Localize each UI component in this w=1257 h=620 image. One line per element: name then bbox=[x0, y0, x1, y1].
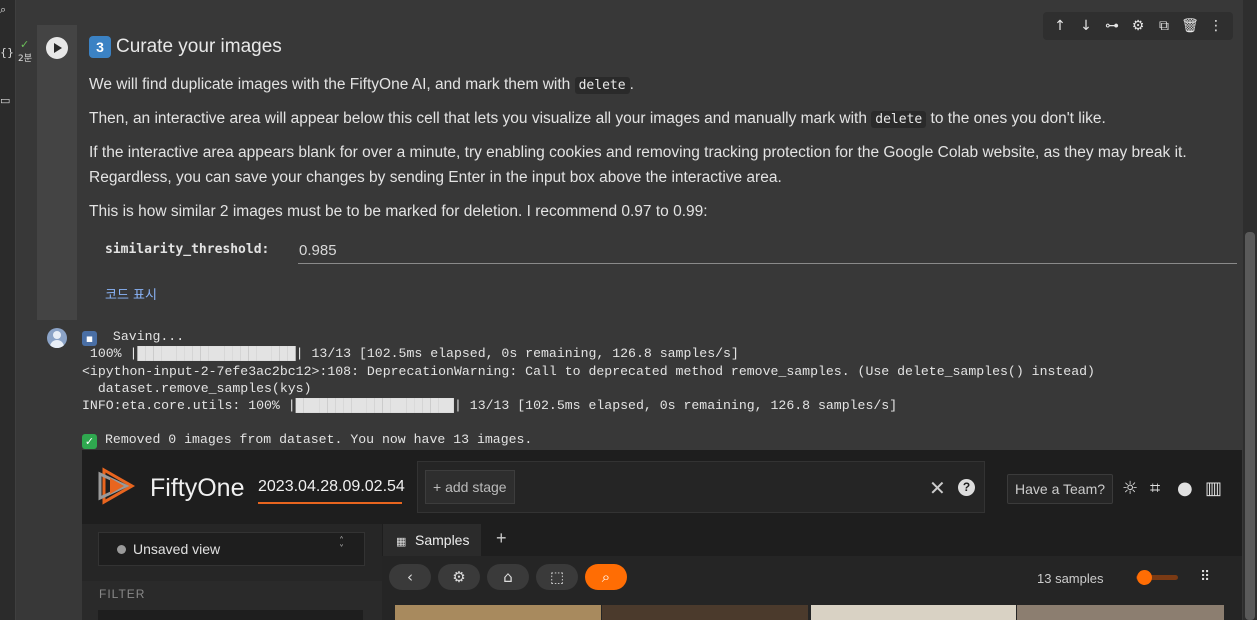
paragraph-text: to the ones you don't like. bbox=[926, 110, 1106, 127]
output-progress-line: 100% |████████████████████| 13/13 [102.5… bbox=[82, 346, 739, 361]
back-icon[interactable]: ‹ bbox=[389, 564, 431, 590]
zoom-slider-handle[interactable] bbox=[1137, 570, 1152, 585]
fiftyone-brand: FiftyOne bbox=[150, 474, 245, 502]
execution-time: 2분 bbox=[18, 54, 33, 64]
theme-icon[interactable]: ☼ bbox=[1122, 478, 1138, 499]
inline-code: delete bbox=[574, 77, 630, 94]
view-selector[interactable]: Unsaved view bbox=[98, 532, 365, 566]
clear-icon[interactable]: ✕ bbox=[929, 476, 946, 500]
chevron-up-down-icon: ˄ ˅ bbox=[339, 536, 344, 555]
executed-check-icon: ✓ bbox=[20, 38, 30, 51]
check-mark-icon: ✓ bbox=[82, 434, 97, 449]
unsaved-dot-icon bbox=[117, 545, 126, 554]
delete-icon[interactable]: 🗑 bbox=[1180, 16, 1200, 36]
cell-title-text: Curate your images bbox=[116, 36, 282, 57]
paragraph-text: . bbox=[629, 76, 634, 93]
output-warning-line: <ipython-input-2-7efe3ac2bc12>:108: Depr… bbox=[82, 364, 1095, 379]
settings-icon[interactable]: ⚙ bbox=[1128, 16, 1148, 36]
paragraph-3-line-1: If the interactive area appears blank fo… bbox=[89, 144, 1187, 161]
cell-gutter bbox=[37, 25, 77, 320]
move-down-icon[interactable]: ↓ bbox=[1076, 16, 1096, 36]
output-warning-code: dataset.remove_samples(kys) bbox=[82, 381, 312, 396]
show-code-link[interactable]: 코드 표시 bbox=[105, 284, 157, 303]
output-removed-line: ✓ Removed 0 images from dataset. You now … bbox=[82, 431, 532, 449]
inline-code: delete bbox=[871, 111, 927, 128]
paragraph-3-line-2: Regardless, you can save your changes by… bbox=[89, 169, 782, 186]
samples-count: 13 samples bbox=[1037, 571, 1104, 586]
output-info-line: INFO:eta.core.utils: 100% |█████████████… bbox=[82, 398, 898, 413]
add-stage-input[interactable]: + add stage bbox=[425, 470, 515, 504]
sample-thumbnail[interactable] bbox=[395, 605, 601, 620]
sample-thumbnail[interactable] bbox=[811, 605, 1016, 620]
output-avatar-icon bbox=[47, 328, 67, 348]
filter-input[interactable] bbox=[98, 610, 363, 620]
link-icon[interactable]: ⊶ bbox=[1102, 16, 1122, 36]
mirror-icon[interactable]: ⧉ bbox=[1154, 16, 1174, 36]
sample-thumbnail[interactable] bbox=[602, 605, 808, 620]
more-icon[interactable]: ⋮ bbox=[1206, 16, 1226, 36]
grid-layout-icon[interactable]: ⠿ bbox=[1200, 569, 1210, 585]
floppy-disk-icon: ▪ bbox=[82, 331, 97, 346]
keycap-number-icon: 3 bbox=[89, 36, 111, 58]
scrollbar-thumb[interactable] bbox=[1245, 232, 1255, 620]
settings-icon[interactable]: ⚙ bbox=[438, 564, 480, 590]
output-text: Removed 0 images from dataset. You now h… bbox=[105, 432, 533, 447]
github-icon[interactable]: ● bbox=[1177, 478, 1193, 499]
files-icon[interactable]: ▭ bbox=[0, 94, 10, 107]
docs-icon[interactable]: ▥ bbox=[1205, 478, 1222, 499]
output-saving-line: ▪ Saving... bbox=[82, 328, 184, 346]
similarity-threshold-input[interactable]: 0.985 bbox=[298, 240, 1237, 264]
add-panel-button[interactable]: + bbox=[496, 528, 507, 549]
tag-icon[interactable]: ⌂ bbox=[487, 564, 529, 590]
move-up-icon[interactable]: ↑ bbox=[1050, 16, 1070, 36]
paragraph-4: This is how similar 2 images must be to … bbox=[89, 203, 708, 220]
paragraph-text: We will find duplicate images with the F… bbox=[89, 76, 575, 93]
search-icon[interactable]: ⌕ bbox=[0, 3, 6, 17]
fiftyone-app: FiftyOne 2023.04.28.09.02.54 + add stage… bbox=[82, 450, 1242, 620]
sample-thumbnail[interactable] bbox=[1017, 605, 1224, 620]
paragraph-1: We will find duplicate images with the F… bbox=[89, 73, 634, 97]
paragraph-text: Then, an interactive area will appear be… bbox=[89, 110, 872, 127]
tab-label: Samples bbox=[415, 532, 470, 548]
filter-heading: FILTER bbox=[99, 587, 146, 601]
slack-icon[interactable]: ⌗ bbox=[1150, 478, 1160, 499]
dataset-selector[interactable]: 2023.04.28.09.02.54 bbox=[258, 478, 405, 504]
left-rail: ⌕ {} ▭ bbox=[0, 0, 16, 620]
paragraph-2: Then, an interactive area will appear be… bbox=[89, 107, 1106, 131]
patches-icon[interactable]: ⬚ bbox=[536, 564, 578, 590]
run-cell-button[interactable] bbox=[46, 37, 68, 59]
grid-icon: ▦ bbox=[396, 535, 407, 548]
fiftyone-logo-icon bbox=[98, 467, 136, 505]
param-label: similarity_threshold: bbox=[105, 242, 270, 257]
have-a-team-button[interactable]: Have a Team? bbox=[1007, 474, 1114, 504]
cell-toolbar: ↑ ↓ ⊶ ⚙ ⧉ 🗑 ⋮ bbox=[1043, 12, 1233, 40]
cell-title: 3 Curate your images bbox=[89, 36, 282, 58]
help-icon[interactable]: ? bbox=[958, 479, 975, 496]
similarity-search-icon[interactable]: ⌕ bbox=[585, 564, 627, 590]
output-text: Saving... bbox=[105, 329, 185, 344]
variables-icon[interactable]: {} bbox=[0, 46, 14, 59]
